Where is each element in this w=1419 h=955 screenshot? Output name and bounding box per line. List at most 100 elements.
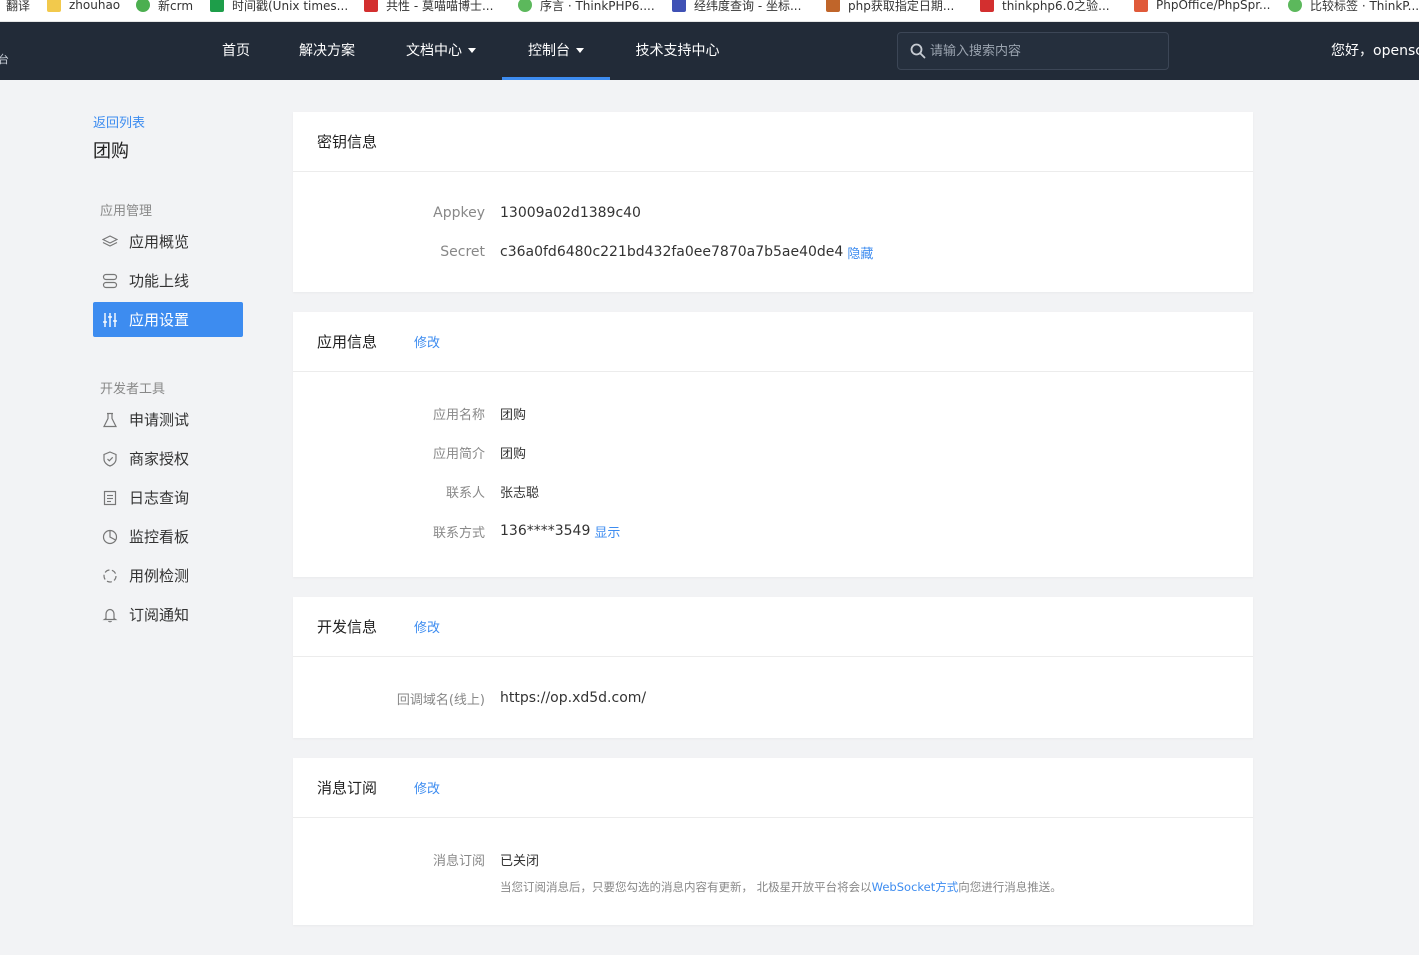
app-intro-row: 应用简介 团购 (293, 442, 1253, 462)
card-title: 密钥信息 (317, 133, 378, 151)
secret-label: Secret (440, 244, 485, 260)
nav-item-support[interactable]: 技术支持中心 (630, 22, 725, 80)
secret-value: c36a0fd6480c221bd432fa0ee7870a7b5ae40de4 (500, 244, 844, 260)
secret-row: Secret c36a0fd6480c221bd432fa0ee7870a7b5… (293, 242, 1253, 262)
appkey-row: Appkey 13009a02d1389c40 (293, 203, 1253, 223)
app-info-card: 应用信息 修改 应用名称 团购 应用简介 团购 联系人 张志聪 联系方式 136… (293, 312, 1253, 577)
contact-person-label: 联系人 (445, 485, 485, 501)
bookmark-item[interactable]: 新crm (136, 0, 193, 15)
c-logo-icon (364, 0, 378, 12)
refresh-circle-icon (101, 567, 119, 585)
card-header: 应用信息 修改 (293, 312, 1253, 372)
leaf-icon (1288, 0, 1302, 12)
bookmark-item[interactable]: 序言 · ThinkPHP6.... (518, 0, 655, 15)
server-icon (101, 272, 119, 290)
bookmark-item[interactable]: 比较标签 · ThinkP... (1288, 0, 1419, 15)
bell-icon (101, 606, 119, 624)
card-header: 密钥信息 (293, 112, 1253, 172)
callback-domain-label: 回调域名(线上) (396, 692, 485, 708)
dev-info-card: 开发信息 修改 回调域名(线上) https://op.xd5d.com/ (293, 597, 1253, 738)
globe-icon (672, 0, 686, 12)
app-name-title: 团购 (93, 141, 129, 162)
bookmark-item[interactable]: 经纬度查询 - 坐标... (672, 0, 801, 15)
app-name-label: 应用名称 (432, 407, 485, 423)
bookmarks-bar: 翻译 zhouhao 新crm 时间戳(Unix times... 共性 - 莫… (0, 0, 1419, 22)
subscription-status-row: 消息订阅 已关闭 (293, 849, 1253, 869)
sliders-icon (101, 311, 119, 329)
bookmark-item[interactable]: zhouhao (47, 0, 120, 15)
appkey-label: Appkey (433, 205, 485, 221)
sidebar-item-app-settings[interactable]: 应用设置 (93, 302, 243, 337)
sidebar-item-app-overview[interactable]: 应用概览 (93, 224, 243, 259)
sidebar-group-developer-tools: 开发者工具 (100, 382, 166, 397)
sidebar-item-case-check[interactable]: 用例检测 (93, 558, 243, 593)
nav-item-solutions[interactable]: 解决方案 (292, 22, 362, 80)
edit-dev-info-link[interactable]: 修改 (414, 617, 440, 636)
edit-subscription-link[interactable]: 修改 (414, 778, 440, 797)
sidebar-item-merchant-auth[interactable]: 商家授权 (93, 441, 243, 476)
pie-chart-icon (101, 528, 119, 546)
sidebar-item-apply-test[interactable]: 申请测试 (93, 402, 243, 437)
contact-person-row: 联系人 张志聪 (293, 481, 1253, 501)
b-logo-icon (826, 0, 840, 12)
folder-icon (47, 0, 61, 12)
bookmark-item[interactable]: thinkphp6.0之验... (980, 0, 1110, 15)
c-logo-icon (980, 0, 994, 12)
sidebar-item-log-query[interactable]: 日志查询 (93, 480, 243, 515)
bookmark-item[interactable]: PhpOffice/PhpSpr... (1134, 0, 1271, 15)
sidebar-item-feature-launch[interactable]: 功能上线 (93, 263, 243, 298)
subscription-note: 当您订阅消息后，只要您勾选的消息内容有更新， 北极星开放平台将会以WebSock… (500, 880, 1062, 894)
back-to-list-link[interactable]: 返回列表 (93, 112, 145, 131)
sidebar-item-monitor-board[interactable]: 监控看板 (93, 519, 243, 554)
key-info-card: 密钥信息 Appkey 13009a02d1389c40 Secret c36a… (293, 112, 1253, 292)
flask-icon (101, 411, 119, 429)
callback-domain-value: https://op.xd5d.com/ (500, 690, 647, 706)
app-name-row: 应用名称 团购 (293, 403, 1253, 423)
websocket-link[interactable]: WebSocket方式 (872, 880, 959, 894)
search-input[interactable] (930, 33, 1160, 69)
card-header: 开发信息 修改 (293, 597, 1253, 657)
bookmark-item[interactable]: 时间戳(Unix times... (210, 0, 348, 15)
shield-check-icon (101, 450, 119, 468)
contact-method-row: 联系方式 136****3549 显示 (293, 521, 1253, 541)
subscription-status-label: 消息订阅 (432, 853, 485, 869)
wechat-icon (136, 0, 150, 12)
card-title: 应用信息 (317, 333, 378, 351)
show-contact-link[interactable]: 显示 (594, 522, 620, 541)
top-nav: 台 首页 解决方案 文档中心 控制台 技术支持中心 您好，opensc (0, 22, 1419, 80)
subscription-card: 消息订阅 修改 消息订阅 已关闭 当您订阅消息后，只要您勾选的消息内容有更新， … (293, 758, 1253, 925)
app-name-value: 团购 (500, 407, 527, 423)
nav-item-home[interactable]: 首页 (214, 22, 258, 80)
card-title: 开发信息 (317, 618, 378, 636)
nav-item-console[interactable]: 控制台 (502, 22, 610, 80)
square-logo-icon (1134, 0, 1148, 12)
appkey-value: 13009a02d1389c40 (500, 205, 641, 221)
document-icon (101, 489, 119, 507)
brand-logo[interactable]: 台 (0, 36, 9, 68)
card-title: 消息订阅 (317, 779, 378, 797)
callback-domain-row: 回调域名(线上) https://op.xd5d.com/ (293, 688, 1253, 708)
layers-icon (101, 233, 119, 251)
bookmark-item[interactable]: 共性 - 莫喵喵博士... (364, 0, 493, 15)
contact-person-value: 张志聪 (500, 485, 540, 501)
sheet-icon (210, 0, 224, 12)
subscription-status-value: 已关闭 (500, 853, 540, 869)
sidebar-group-app-management: 应用管理 (100, 204, 153, 219)
bookmark-item[interactable]: php获取指定日期... (826, 0, 954, 15)
card-header: 消息订阅 修改 (293, 758, 1253, 818)
contact-method-label: 联系方式 (432, 525, 485, 541)
bookmark-item[interactable]: 翻译 (0, 0, 30, 15)
app-intro-value: 团购 (500, 446, 527, 462)
caret-down-icon (576, 48, 584, 53)
contact-method-value: 136****3549 (500, 523, 591, 539)
search-icon (910, 43, 926, 59)
nav-item-docs[interactable]: 文档中心 (398, 22, 484, 80)
app-intro-label: 应用简介 (432, 446, 485, 462)
caret-down-icon (468, 48, 476, 53)
user-greeting[interactable]: 您好，opensc (1331, 22, 1419, 80)
sidebar-item-subscription-notice[interactable]: 订阅通知 (93, 597, 243, 632)
edit-app-info-link[interactable]: 修改 (414, 332, 440, 351)
search-box (897, 32, 1169, 70)
hide-secret-link[interactable]: 隐藏 (847, 243, 873, 262)
leaf-icon (518, 0, 532, 12)
